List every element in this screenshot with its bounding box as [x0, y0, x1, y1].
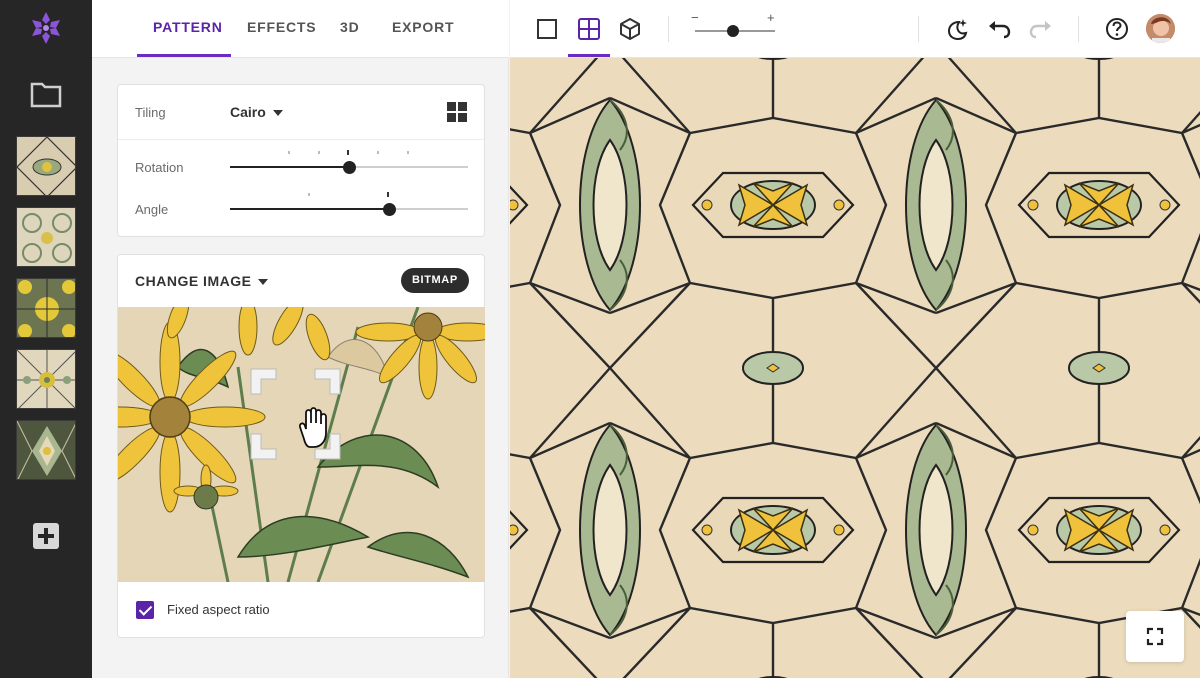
undo-icon[interactable]	[985, 15, 1013, 43]
slider-tick	[318, 151, 320, 154]
add-image-button[interactable]	[33, 523, 59, 549]
pattern-canvas[interactable]	[510, 58, 1200, 678]
tab-pattern[interactable]: PATTERN	[153, 19, 223, 35]
slider-tick	[407, 151, 409, 154]
fixed-aspect-checkbox[interactable]	[136, 601, 154, 619]
tab-export[interactable]: EXPORT	[392, 19, 454, 35]
rotation-label: Rotation	[135, 160, 184, 175]
pattern-thumbnail[interactable]	[16, 136, 76, 196]
zoom-in-icon[interactable]: +	[767, 10, 775, 25]
fixed-aspect-label: Fixed aspect ratio	[167, 602, 270, 617]
toolbar-separator	[668, 16, 669, 42]
rotation-slider[interactable]	[230, 160, 468, 174]
change-image-dropdown[interactable]: CHANGE IMAGE	[135, 273, 269, 289]
tiling-card: Tiling Cairo Rotation Angle	[117, 84, 485, 237]
slider-fill	[230, 208, 390, 210]
asterisk-logo-icon[interactable]	[28, 10, 64, 46]
slider-tick	[288, 151, 290, 154]
pattern-preview	[510, 58, 1200, 678]
avatar[interactable]	[1146, 14, 1175, 43]
pattern-thumbnail[interactable]	[16, 278, 76, 338]
zoom-knob[interactable]	[727, 25, 739, 37]
slider-fill	[230, 166, 349, 168]
pattern-thumbnail[interactable]	[16, 207, 76, 267]
tab-effects[interactable]: EFFECTS	[247, 19, 316, 35]
slider-tick	[347, 150, 349, 155]
angle-slider[interactable]	[230, 202, 468, 216]
divider	[118, 139, 484, 140]
help-icon[interactable]	[1103, 15, 1131, 43]
slider-tick	[308, 193, 310, 196]
active-tab-indicator	[137, 54, 231, 57]
slider-tick	[387, 192, 389, 197]
zoom-out-icon[interactable]: −	[691, 10, 699, 25]
change-image-label: CHANGE IMAGE	[135, 273, 252, 289]
angle-label: Angle	[135, 202, 169, 217]
zoom-slider[interactable]: − +	[691, 10, 781, 40]
pattern-thumbnail[interactable]	[16, 349, 76, 409]
top-toolbar: − +	[510, 0, 1200, 58]
toolbar-separator	[1078, 16, 1079, 42]
slider-knob[interactable]	[343, 161, 356, 174]
left-rail	[0, 0, 92, 678]
tiling-label: Tiling	[135, 105, 166, 120]
active-view-indicator	[568, 54, 610, 57]
chevron-down-icon	[258, 279, 269, 286]
grid-tiles-icon[interactable]	[575, 15, 603, 43]
night-mode-icon[interactable]	[943, 15, 971, 43]
fullscreen-icon	[1146, 627, 1164, 646]
source-image-editor[interactable]	[118, 307, 485, 582]
pattern-thumbnail[interactable]	[16, 420, 76, 480]
single-tile-icon[interactable]	[533, 15, 561, 43]
grid-icon[interactable]	[447, 102, 467, 122]
cube-3d-icon[interactable]	[616, 15, 644, 43]
folder-icon[interactable]	[30, 80, 62, 108]
redo-icon[interactable]	[1027, 15, 1055, 43]
tab-3d[interactable]: 3D	[340, 19, 360, 35]
slider-knob[interactable]	[383, 203, 397, 216]
tiling-dropdown[interactable]: Cairo	[230, 104, 283, 120]
fullscreen-button[interactable]	[1126, 611, 1184, 662]
source-image	[118, 307, 485, 582]
slider-tick	[377, 151, 379, 154]
settings-panel: PATTERN EFFECTS 3D EXPORT Tiling Cairo R…	[92, 0, 509, 678]
tab-bar: PATTERN EFFECTS 3D EXPORT	[92, 0, 509, 58]
image-card: CHANGE IMAGE BITMAP Fixed aspect ratio	[117, 254, 485, 638]
chevron-down-icon	[272, 110, 283, 117]
bitmap-badge[interactable]: BITMAP	[401, 268, 469, 293]
tiling-value: Cairo	[230, 104, 266, 120]
toolbar-separator	[918, 16, 919, 42]
